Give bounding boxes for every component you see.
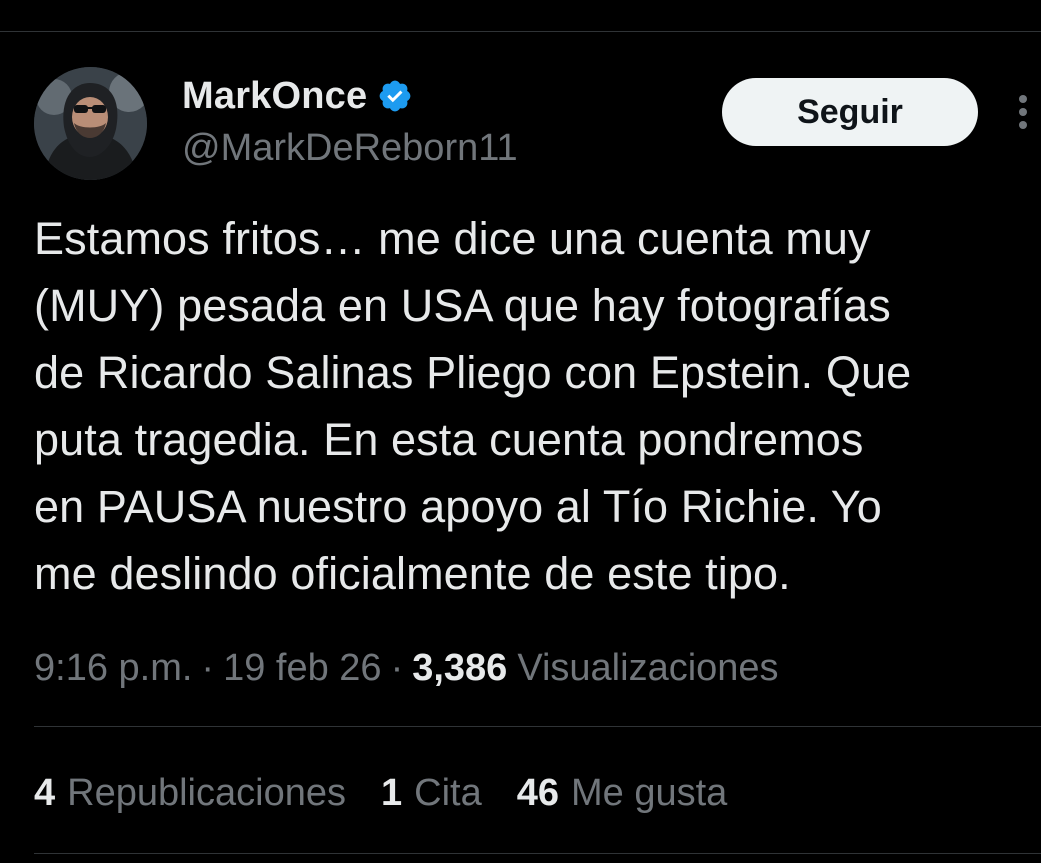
views-count: 3,386 xyxy=(412,646,508,689)
avatar-photo xyxy=(34,67,147,180)
quotes-stat[interactable]: 1 Cita xyxy=(381,772,482,815)
reposts-label: Republicaciones xyxy=(67,771,346,814)
more-vertical-icon[interactable] xyxy=(1012,92,1034,134)
quotes-count: 1 xyxy=(380,771,403,814)
follow-button[interactable]: Seguir xyxy=(722,78,978,146)
meta-divider xyxy=(34,726,1041,727)
views-label: Visualizaciones xyxy=(517,646,779,689)
quotes-label: Cita xyxy=(414,771,482,814)
reposts-stat[interactable]: 4 Republicaciones xyxy=(34,772,346,815)
meta-separator: · xyxy=(201,646,215,689)
bottom-divider xyxy=(34,853,1041,854)
author-handle[interactable]: @MarkDeReborn11 xyxy=(182,126,518,170)
tweet-text: Estamos fritos… me dice una cuenta muy (… xyxy=(34,213,912,599)
avatar[interactable] xyxy=(34,67,147,180)
top-divider xyxy=(0,31,1041,32)
meta-separator: · xyxy=(390,646,404,689)
engagement-stats: 4 Republicaciones 1 Cita 46 Me gusta xyxy=(34,768,762,818)
reposts-count: 4 xyxy=(34,771,56,814)
likes-count: 46 xyxy=(516,771,559,814)
tweet-time[interactable]: 9:16 p.m. xyxy=(34,647,192,690)
author-display-name[interactable]: MarkOnce xyxy=(182,75,367,118)
tweet-meta: 9:16 p.m. · 19 feb 26 · 3,386 Visualizac… xyxy=(34,643,779,693)
tweet-date[interactable]: 19 feb 26 xyxy=(223,647,381,690)
author-name-row[interactable]: MarkOnce xyxy=(182,73,413,119)
likes-stat[interactable]: 46 Me gusta xyxy=(517,772,728,815)
verified-badge-icon xyxy=(377,78,413,114)
likes-label: Me gusta xyxy=(570,771,728,814)
